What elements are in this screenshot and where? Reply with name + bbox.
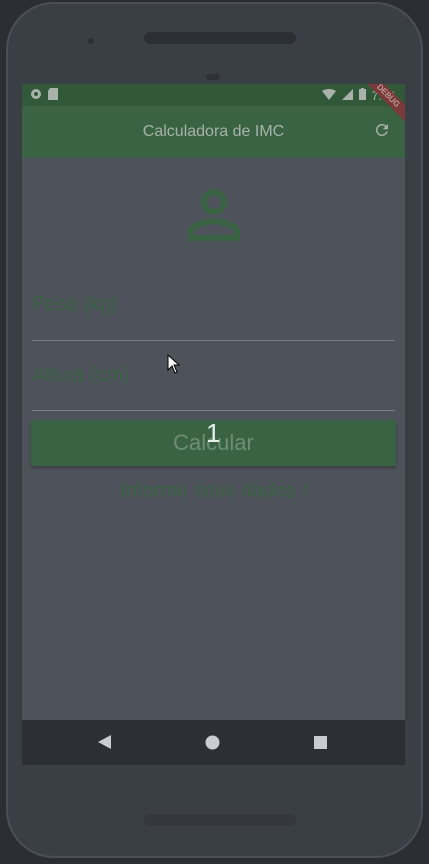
- app-bar: Calculadora de IMC: [22, 106, 405, 158]
- step-number-overlay: 1: [206, 418, 221, 448]
- height-placeholder: Altura (cm): [32, 364, 130, 386]
- device-screen: 7:36 Calculadora de IMC DEBUG Peso (kg) …: [22, 84, 405, 765]
- status-bar: 7:36: [22, 84, 405, 106]
- sd-card-icon: [48, 88, 58, 103]
- back-triangle-icon[interactable]: [98, 735, 112, 754]
- weight-field[interactable]: Peso (kg): [32, 274, 395, 341]
- navigation-bar: [22, 720, 405, 765]
- refresh-icon[interactable]: [373, 121, 391, 144]
- front-camera: [88, 38, 94, 44]
- person-outline-icon: [175, 176, 253, 259]
- recents-square-icon[interactable]: [314, 736, 327, 754]
- home-circle-icon[interactable]: [205, 735, 220, 755]
- signal-icon: [341, 88, 353, 103]
- bottom-speaker: [144, 814, 296, 826]
- top-speaker: [144, 32, 296, 44]
- battery-icon: [358, 88, 366, 103]
- proximity-sensor: [206, 74, 220, 80]
- notification-icon: [30, 88, 42, 103]
- app-title: Calculadora de IMC: [142, 123, 285, 140]
- mouse-cursor-icon: [167, 353, 181, 379]
- result-text: Informe seus dados !: [120, 480, 307, 502]
- wifi-icon: [321, 88, 336, 103]
- height-field[interactable]: Altura (cm): [32, 346, 395, 411]
- weight-placeholder: Peso (kg): [32, 293, 118, 315]
